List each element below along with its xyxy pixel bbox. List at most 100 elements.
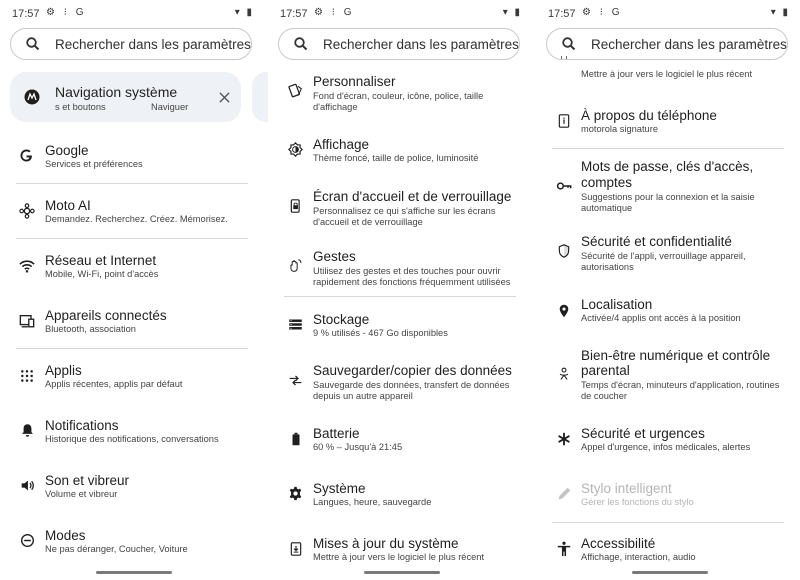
settings-item-about-phone[interactable]: À propos du téléphone motorola signature xyxy=(536,106,800,142)
accessibility-icon xyxy=(557,541,571,557)
item-title: Sécurité et confidentialité xyxy=(581,234,732,249)
item-title: Gestes xyxy=(313,249,356,264)
close-icon[interactable] xyxy=(219,92,230,103)
settings-panel-1: 17:57 ⚙ ⁝ G ▾ ▮ Rechercher dans les para… xyxy=(0,0,268,580)
backup-icon xyxy=(289,375,302,386)
card-subtitle-right: Naviguer xyxy=(151,102,189,112)
status-bar: 17:57 ⚙ ⁝ G ▾ ▮ xyxy=(12,6,254,24)
connected-devices-icon xyxy=(19,315,35,328)
divider xyxy=(16,348,248,349)
suggestion-card[interactable]: Navigation système s et boutons Naviguer xyxy=(10,72,241,122)
item-title: Personnaliser xyxy=(313,74,396,89)
status-time: 17:57 xyxy=(548,8,576,20)
divider xyxy=(16,238,248,239)
item-title: Stockage xyxy=(313,312,370,327)
settings-item-storage[interactable]: Stockage 9 % utilisés - 467 Go disponibl… xyxy=(268,310,536,346)
suggestion-card-next[interactable] xyxy=(252,72,268,122)
status-bar: 17:57 ⚙ ⁝ G ▾ ▮ xyxy=(280,6,522,24)
google-icon xyxy=(20,149,32,162)
item-subtitle: Applis récentes, applis par défaut xyxy=(45,379,183,389)
item-title: À propos du téléphone xyxy=(581,108,717,123)
item-title: Système xyxy=(313,481,366,496)
settings-item-smart-stylus: Stylo intelligent Gérer les fonctions du… xyxy=(536,480,800,516)
status-system-icons: ▾ ▮ xyxy=(770,7,790,18)
search-bar[interactable]: Rechercher dans les paramètres xyxy=(278,28,520,60)
settings-item-sound[interactable]: Son et vibreur Volume et vibreur xyxy=(0,470,268,510)
lock-screen-icon xyxy=(290,199,300,213)
gesture-navigation-bar[interactable] xyxy=(96,571,172,574)
settings-item-personalize[interactable]: Personnaliser Fond d'écran, couleur, icô… xyxy=(268,72,536,116)
item-title: Moto AI xyxy=(45,198,91,213)
item-subtitle: Demandez. Recherchez. Créez. Mémorisez. xyxy=(45,214,228,224)
settings-item-gestures[interactable]: Gestes Utilisez des gestes et des touche… xyxy=(268,247,536,291)
item-subtitle: Sauvegarde des données, transfert de don… xyxy=(313,380,510,390)
settings-item-moto-ai[interactable]: Moto AI Demandez. Recherchez. Créez. Mém… xyxy=(0,195,268,235)
settings-item-passwords[interactable]: Mots de passe, clés d'accès, comptes Sug… xyxy=(536,158,800,216)
search-icon xyxy=(562,37,576,51)
item-subtitle: Appel d'urgence, infos médicales, alerte… xyxy=(581,442,751,452)
search-bar[interactable]: Rechercher dans les paramètres xyxy=(546,28,788,60)
item-subtitle-line2: d'accueil et de verrouillage xyxy=(313,217,423,227)
item-subtitle: Volume et vibreur xyxy=(45,489,118,499)
search-bar[interactable]: Rechercher dans les paramètres xyxy=(10,28,252,60)
settings-item-modes[interactable]: Modes Ne pas déranger, Coucher, Voiture xyxy=(0,525,268,565)
status-bar: 17:57 ⚙ ⁝ G ▾ ▮ xyxy=(548,6,790,24)
settings-item-backup[interactable]: Sauvegarder/copier des données Sauvegard… xyxy=(268,361,536,405)
item-subtitle: Activée/4 applis ont accès à la position xyxy=(581,313,741,323)
status-notification-icons: ⚙ ⁝ G xyxy=(46,7,87,18)
item-subtitle: Langues, heure, sauvegarde xyxy=(313,497,432,507)
gesture-navigation-bar[interactable] xyxy=(632,571,708,574)
gesture-icon xyxy=(290,259,302,272)
item-title: Modes xyxy=(45,528,86,543)
settings-item-system[interactable]: Système Langues, heure, sauvegarde xyxy=(268,479,536,515)
personalize-icon xyxy=(288,83,303,98)
settings-item-network[interactable]: Réseau et Internet Mobile, Wi-Fi, point … xyxy=(0,250,268,290)
item-title: Sauvegarder/copier des données xyxy=(313,363,512,378)
divider xyxy=(16,183,248,184)
settings-item-system-update-partial[interactable]: Mettre à jour vers le logiciel le plus r… xyxy=(536,56,800,82)
settings-item-wellbeing[interactable]: Bien-être numérique et contrôle parental… xyxy=(536,347,800,405)
brightness-icon xyxy=(288,142,303,157)
item-title: Son et vibreur xyxy=(45,473,130,488)
settings-item-display[interactable]: Affichage Thème foncé, taille de police,… xyxy=(268,135,536,171)
settings-item-location[interactable]: Localisation Activée/4 applis ont accès … xyxy=(536,296,800,332)
status-system-icons: ▾ ▮ xyxy=(234,7,254,18)
settings-item-accessibility[interactable]: Accessibilité Affichage, interaction, au… xyxy=(536,535,800,571)
item-subtitle: Mobile, Wi-Fi, point d'accès xyxy=(45,269,159,279)
settings-item-notifications[interactable]: Notifications Historique des notificatio… xyxy=(0,415,268,455)
phone-info-icon xyxy=(558,114,570,128)
location-icon xyxy=(559,304,569,318)
status-notification-icons: ⚙ ⁝ G xyxy=(582,7,623,18)
settings-item-google[interactable]: Google Services et préférences xyxy=(0,140,268,180)
card-subtitle: s et boutons xyxy=(55,102,106,112)
divider xyxy=(284,296,516,297)
settings-panel-3: 17:57 ⚙ ⁝ G ▾ ▮ Mettre à jour vers le lo… xyxy=(536,0,800,580)
settings-item-battery[interactable]: Batterie 60 % – Jusqu'à 21:45 xyxy=(268,424,536,460)
item-title: Applis xyxy=(45,363,82,378)
item-title: Mises à jour du système xyxy=(313,536,459,551)
wifi-icon xyxy=(19,260,35,273)
item-title: Réseau et Internet xyxy=(45,253,157,268)
card-title: Navigation système xyxy=(55,84,178,100)
item-subtitle: Mettre à jour vers le logiciel le plus r… xyxy=(581,69,753,79)
item-title: Google xyxy=(45,143,89,158)
divider xyxy=(552,148,784,149)
settings-item-connected-devices[interactable]: Appareils connectés Bluetooth, associati… xyxy=(0,305,268,345)
gesture-navigation-bar[interactable] xyxy=(364,571,440,574)
item-title: Bien-être numérique et contrôle xyxy=(581,348,771,363)
search-icon xyxy=(26,37,40,51)
item-subtitle: Personnalisez ce qui s'affiche sur les é… xyxy=(313,206,496,216)
settings-item-system-update[interactable]: Mises à jour du système Mettre à jour ve… xyxy=(268,534,536,570)
settings-item-apps[interactable]: Applis Applis récentes, applis par défau… xyxy=(0,360,268,400)
item-title: Appareils connectés xyxy=(45,308,167,323)
item-subtitle: Services et préférences xyxy=(45,159,143,169)
item-subtitle: Sécurité de l'appli, verrouillage appare… xyxy=(581,251,746,261)
bell-icon xyxy=(22,424,33,437)
settings-item-security-privacy[interactable]: Sécurité et confidentialité Sécurité de … xyxy=(536,233,800,277)
system-update-icon xyxy=(290,542,302,556)
search-icon xyxy=(294,37,308,51)
settings-item-home-lock-screen[interactable]: Écran d'accueil et de verrouillage Perso… xyxy=(268,187,536,231)
item-subtitle: Gérer les fonctions du stylo xyxy=(581,497,694,507)
item-subtitle: Bluetooth, association xyxy=(45,324,136,334)
settings-item-safety-emergency[interactable]: Sécurité et urgences Appel d'urgence, in… xyxy=(536,425,800,461)
